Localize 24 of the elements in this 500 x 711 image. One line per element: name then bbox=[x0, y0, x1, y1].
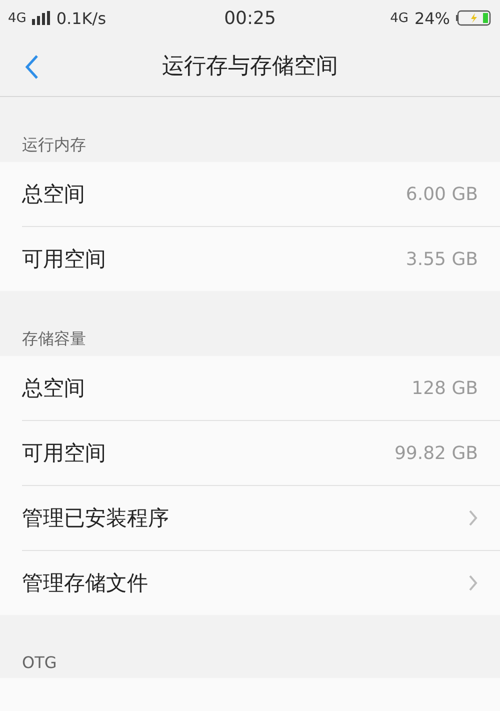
section-header: 存储容量 bbox=[21, 328, 87, 350]
battery-icon bbox=[456, 10, 492, 26]
row-value: 128 GB bbox=[412, 378, 478, 398]
clock: 00:25 bbox=[224, 8, 276, 28]
battery-percent: 24% bbox=[414, 8, 450, 28]
section-header: 运行内存 bbox=[21, 134, 87, 156]
network-label: 4G bbox=[390, 10, 408, 26]
section-header: OTG bbox=[21, 652, 58, 674]
network-label: 4G bbox=[8, 10, 26, 26]
chevron-icon bbox=[468, 574, 478, 592]
row-value: 99.82 GB bbox=[394, 442, 478, 464]
row-label: 总空间 bbox=[22, 181, 85, 208]
back-icon[interactable] bbox=[24, 54, 40, 80]
row-label: 可用空间 bbox=[22, 440, 106, 467]
row-value: 3.55 GB bbox=[406, 248, 478, 270]
row-value: 6.00 GB bbox=[406, 184, 478, 204]
row-label: 总空间 bbox=[22, 375, 85, 402]
row-label: 管理存储文件 bbox=[22, 570, 148, 597]
page-title: 运行存与存储空间 bbox=[162, 53, 338, 81]
row-label: 管理已安装程序 bbox=[22, 505, 169, 532]
row-label: 可用空间 bbox=[22, 246, 106, 273]
signal-icon bbox=[32, 11, 50, 25]
network-speed: 0.1K/s bbox=[56, 8, 106, 28]
chevron-icon bbox=[468, 509, 478, 527]
